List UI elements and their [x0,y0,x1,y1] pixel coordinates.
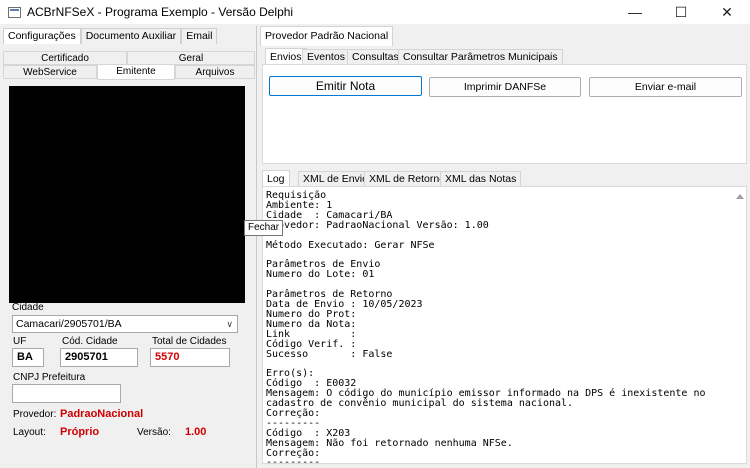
imprimir-danfse-button[interactable]: Imprimir DANFSe [429,77,581,97]
minimize-icon[interactable]: — [612,0,658,24]
provedor-label: Provedor: [13,409,57,420]
cidade-select[interactable]: Camacari/2905701/BA ∨ [12,315,238,333]
tab-webservice[interactable]: WebService [3,65,97,79]
layout-label: Layout: [13,427,46,438]
total-cidades-label: Total de Cidades [152,336,227,347]
log-line: Código Verif. : [266,338,357,350]
emitir-nota-button[interactable]: Emitir Nota [269,76,422,96]
config-tabs: Configurações Documento Auxiliar Email [3,28,218,44]
cod-cidade-field[interactable]: 2905701 [60,348,138,367]
tab-xml-retorno[interactable]: XML de Retorno [364,171,451,187]
close-icon[interactable]: ✕ [704,0,750,24]
cnpj-prefeitura-label: CNPJ Prefeitura [13,372,86,383]
tab-xml-envio[interactable]: XML de Envio [298,171,373,187]
cod-cidade-label: Cód. Cidade [62,336,118,347]
log-line: Provedor: PadraoNacional Versão: 1.00 [266,219,489,231]
tab-log[interactable]: Log [262,170,290,187]
window-controls: — ☐ ✕ [612,0,750,24]
tab-configuracoes[interactable]: Configurações [3,28,81,44]
cidade-label: Cidade [12,302,44,313]
tab-arquivos[interactable]: Arquivos [175,65,255,79]
log-line: Correção: [266,407,321,419]
tab-envios[interactable]: Envios [265,48,307,65]
tab-eventos[interactable]: Eventos [302,49,350,65]
tab-consultar-parametros-municipais[interactable]: Consultar Parâmetros Municipais [398,49,563,65]
enviar-email-button[interactable]: Enviar e-mail [589,77,742,97]
total-cidades-field: 5570 [150,348,230,367]
tab-documento-auxiliar[interactable]: Documento Auxiliar [80,28,182,44]
log-text: Requisição Ambiente: 1 Cidade : Camacari/B… [266,191,706,464]
uf-field[interactable]: BA [12,348,44,367]
log-line: --------- [266,457,321,464]
emitente-black-region [9,86,245,303]
layout-value: Próprio [60,426,100,438]
provedor-value: PadraoNacional [60,408,144,420]
tab-certificado[interactable]: Certificado [3,51,127,65]
window-title: ACBrNFSeX - Programa Exemplo - Versão De… [27,5,294,19]
tab-emitente[interactable]: Emitente [97,64,175,80]
log-line: Mensagem: Não foi retornado nenhuma NFSe… [266,437,513,449]
tab-provedor-padrao-nacional[interactable]: Provedor Padrão Nacional [260,26,394,46]
cidade-value: Camacari/2905701/BA [16,318,122,330]
log-line: Sucesso : False [266,348,393,360]
tab-xml-notas[interactable]: XML das Notas [440,171,522,187]
log-line: Método Executado: Gerar NFSe [266,239,435,251]
maximize-icon[interactable]: ☐ [658,0,704,24]
cnpj-prefeitura-field[interactable] [12,384,121,403]
title-bar: ACBrNFSeX - Programa Exemplo - Versão De… [0,0,750,24]
log-memo[interactable]: Requisição Ambiente: 1 Cidade : Camacari/B… [262,186,747,464]
log-line: Correção: [266,447,321,459]
uf-label: UF [13,336,27,347]
log-line: cadastro de convênio municipal do sistem… [266,398,574,410]
tab-geral[interactable]: Geral [127,51,255,65]
versao-label: Versão: [137,427,171,438]
log-scrollbar[interactable] [732,187,746,463]
tab-consultas[interactable]: Consultas [347,49,404,65]
versao-value: 1.00 [185,426,207,438]
scroll-up-icon[interactable] [736,194,744,199]
app-icon [8,6,21,18]
chevron-down-icon[interactable]: ∨ [226,316,233,332]
tab-email[interactable]: Email [181,28,218,44]
tooltip-fechar: Fechar [244,220,284,236]
log-line: Numero do Lote: 01 [266,269,375,281]
